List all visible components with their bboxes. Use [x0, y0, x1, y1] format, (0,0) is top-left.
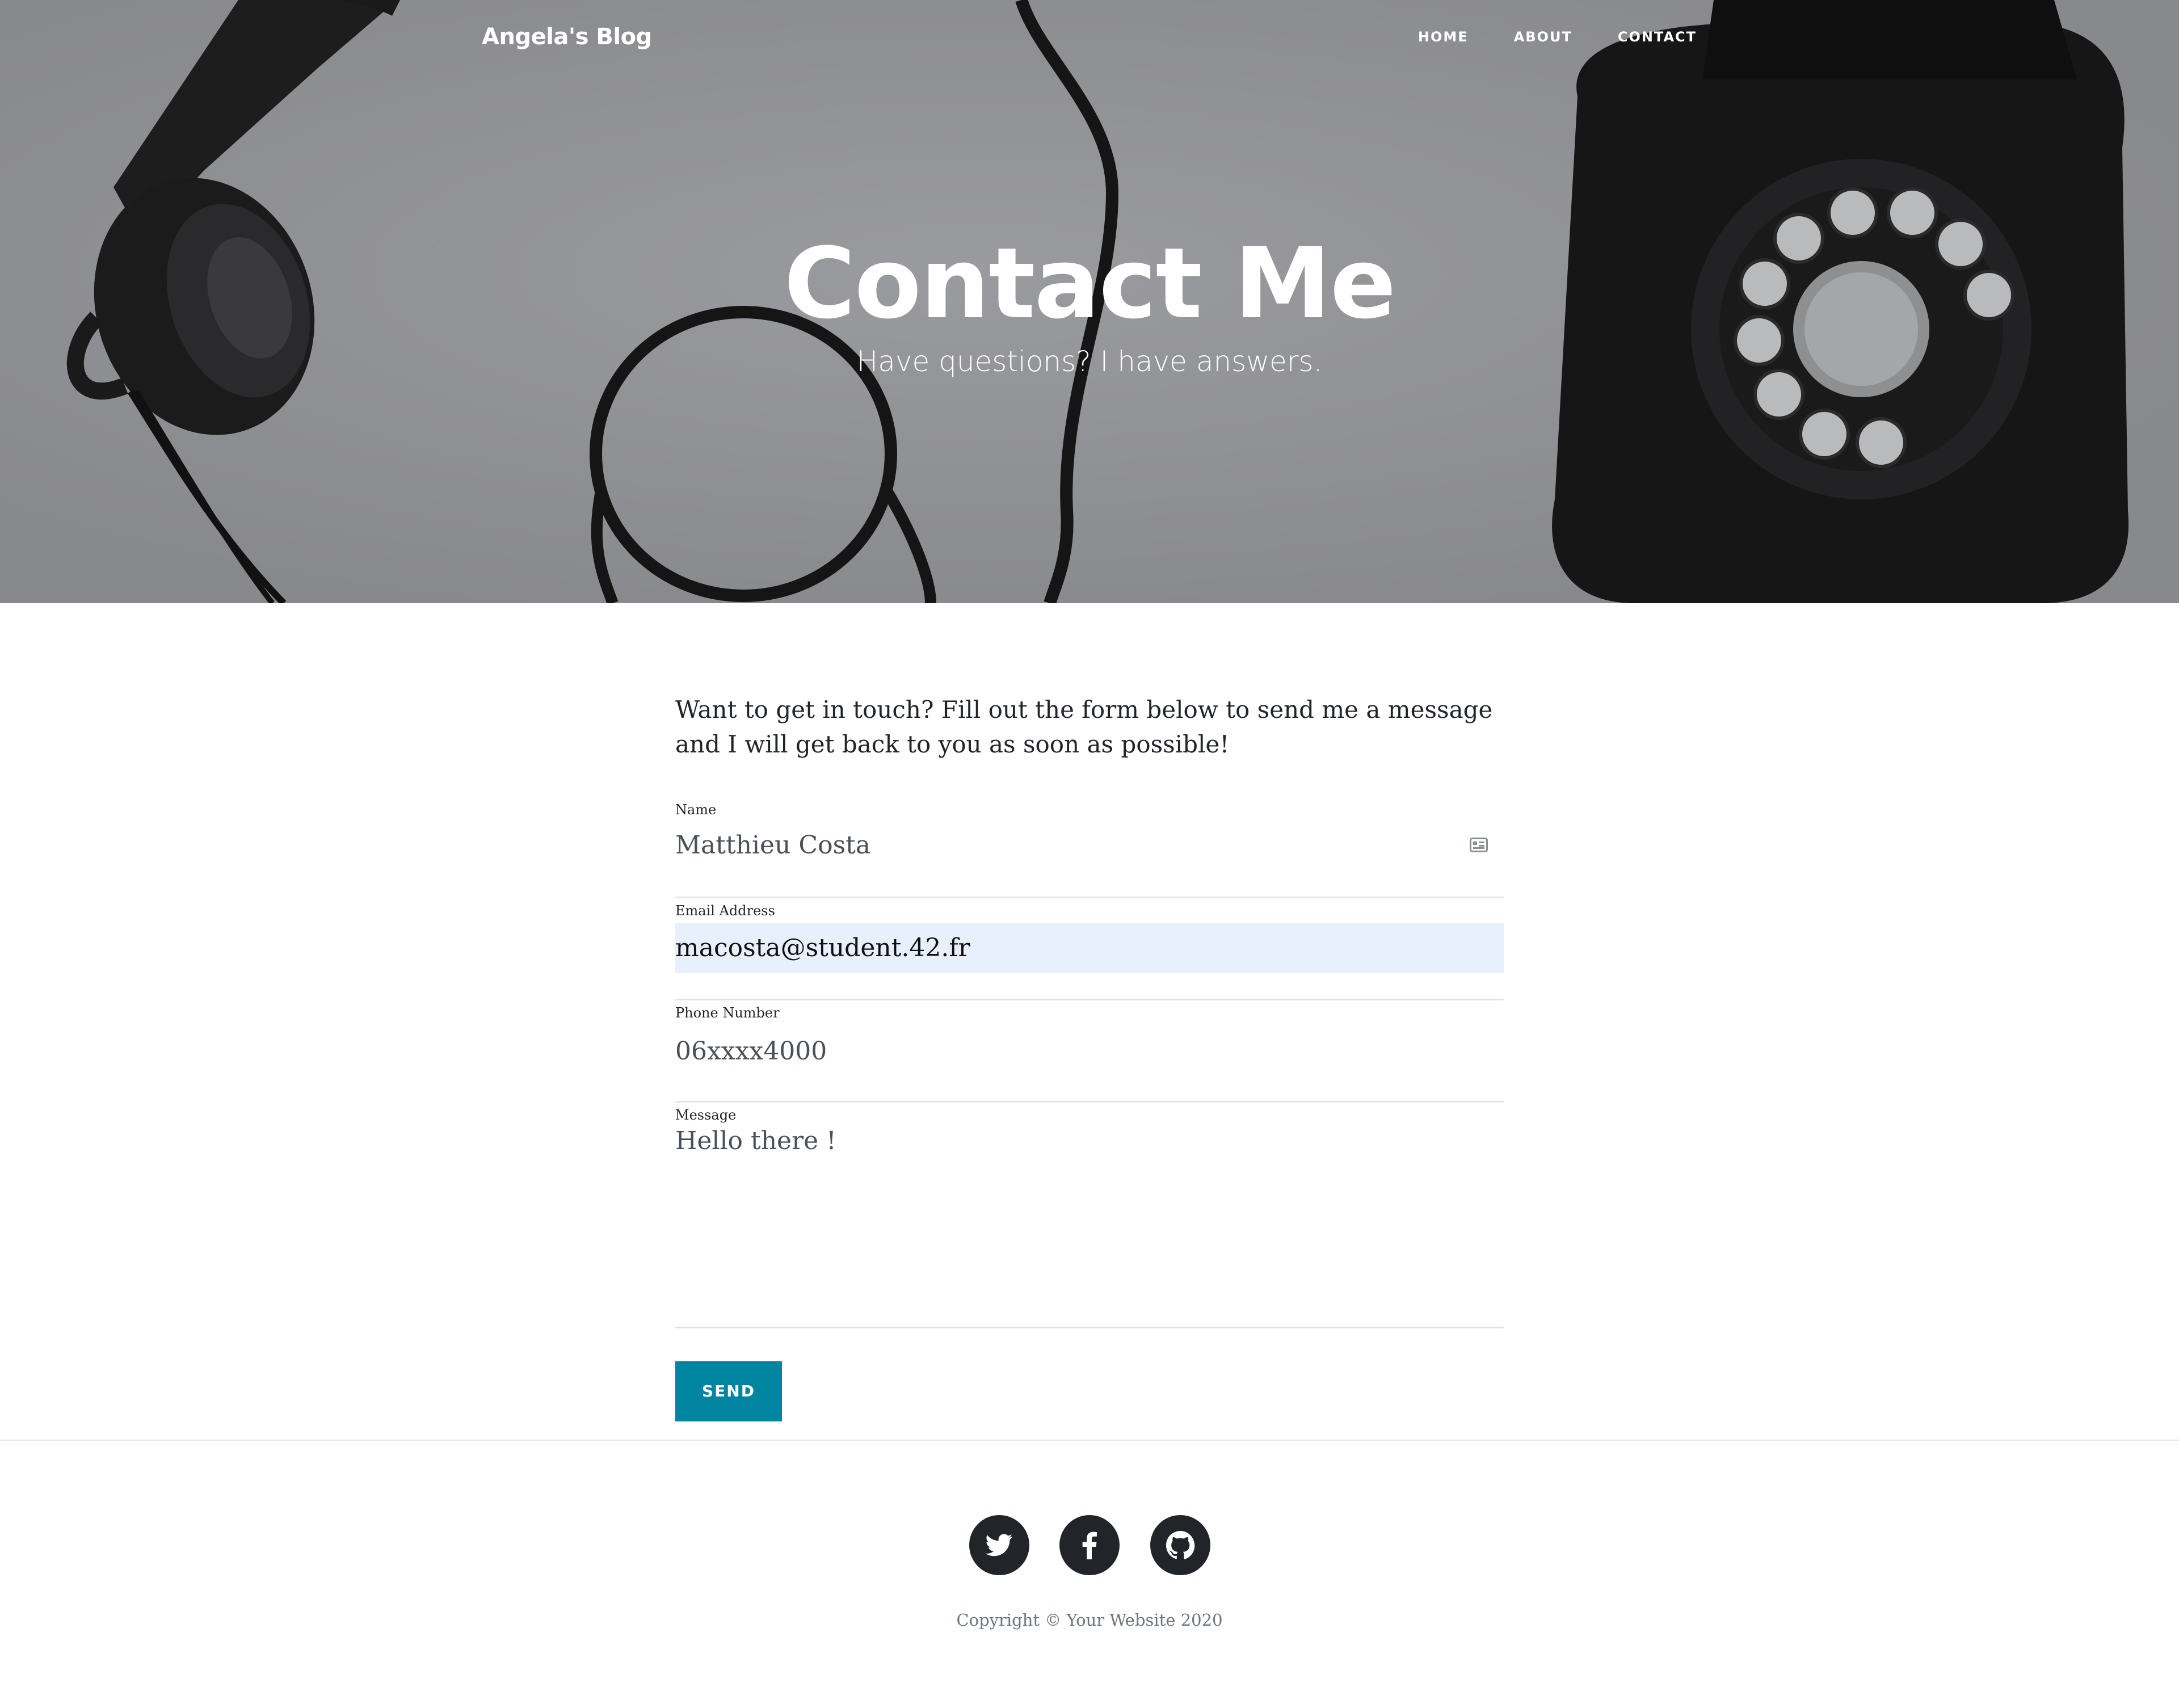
- intro-text: Want to get in touch? Fill out the form …: [675, 696, 1493, 758]
- send-button[interactable]: SEND: [675, 1361, 782, 1421]
- page-subtitle: Have questions? I have answers.: [856, 345, 1323, 378]
- nav-contact[interactable]: CONTACT: [1618, 27, 1697, 47]
- twitter-link[interactable]: [969, 1515, 1029, 1575]
- main-nav: HOME ABOUT CONTACT: [1418, 27, 1697, 47]
- nav-home[interactable]: HOME: [1418, 27, 1469, 47]
- hero-header: Angela's Blog HOME ABOUT CONTACT Contact…: [0, 0, 2179, 603]
- message-label: Message: [675, 1107, 737, 1123]
- footer-divider: [0, 1440, 2179, 1441]
- email-input[interactable]: macosta@student.42.fr: [675, 923, 1504, 973]
- message-textarea[interactable]: Hello there !: [675, 1125, 836, 1157]
- nav-about[interactable]: ABOUT: [1514, 27, 1572, 47]
- phone-label: Phone Number: [675, 1005, 780, 1021]
- github-icon: [1166, 1531, 1195, 1559]
- message-field[interactable]: Message Hello there !: [675, 1103, 1504, 1328]
- blog-brand-link[interactable]: Angela's Blog: [482, 22, 652, 52]
- name-field[interactable]: Name Matthieu Costa: [675, 794, 1504, 898]
- name-input[interactable]: Matthieu Costa: [675, 830, 870, 861]
- github-link[interactable]: [1150, 1515, 1210, 1575]
- facebook-link[interactable]: [1059, 1515, 1120, 1575]
- name-label: Name: [675, 802, 717, 818]
- phone-field[interactable]: Phone Number 06xxxx4000: [675, 1000, 1504, 1103]
- email-label: Email Address: [675, 903, 775, 919]
- facebook-icon: [1082, 1532, 1097, 1559]
- copyright-text: Copyright © Your Website 2020: [956, 1610, 1223, 1630]
- twitter-icon: [985, 1534, 1013, 1556]
- phone-input[interactable]: 06xxxx4000: [675, 1036, 827, 1067]
- contact-card-icon[interactable]: [1470, 838, 1488, 852]
- email-field[interactable]: Email Address macosta@student.42.fr: [675, 898, 1504, 1000]
- page-title: Contact Me: [784, 226, 1396, 340]
